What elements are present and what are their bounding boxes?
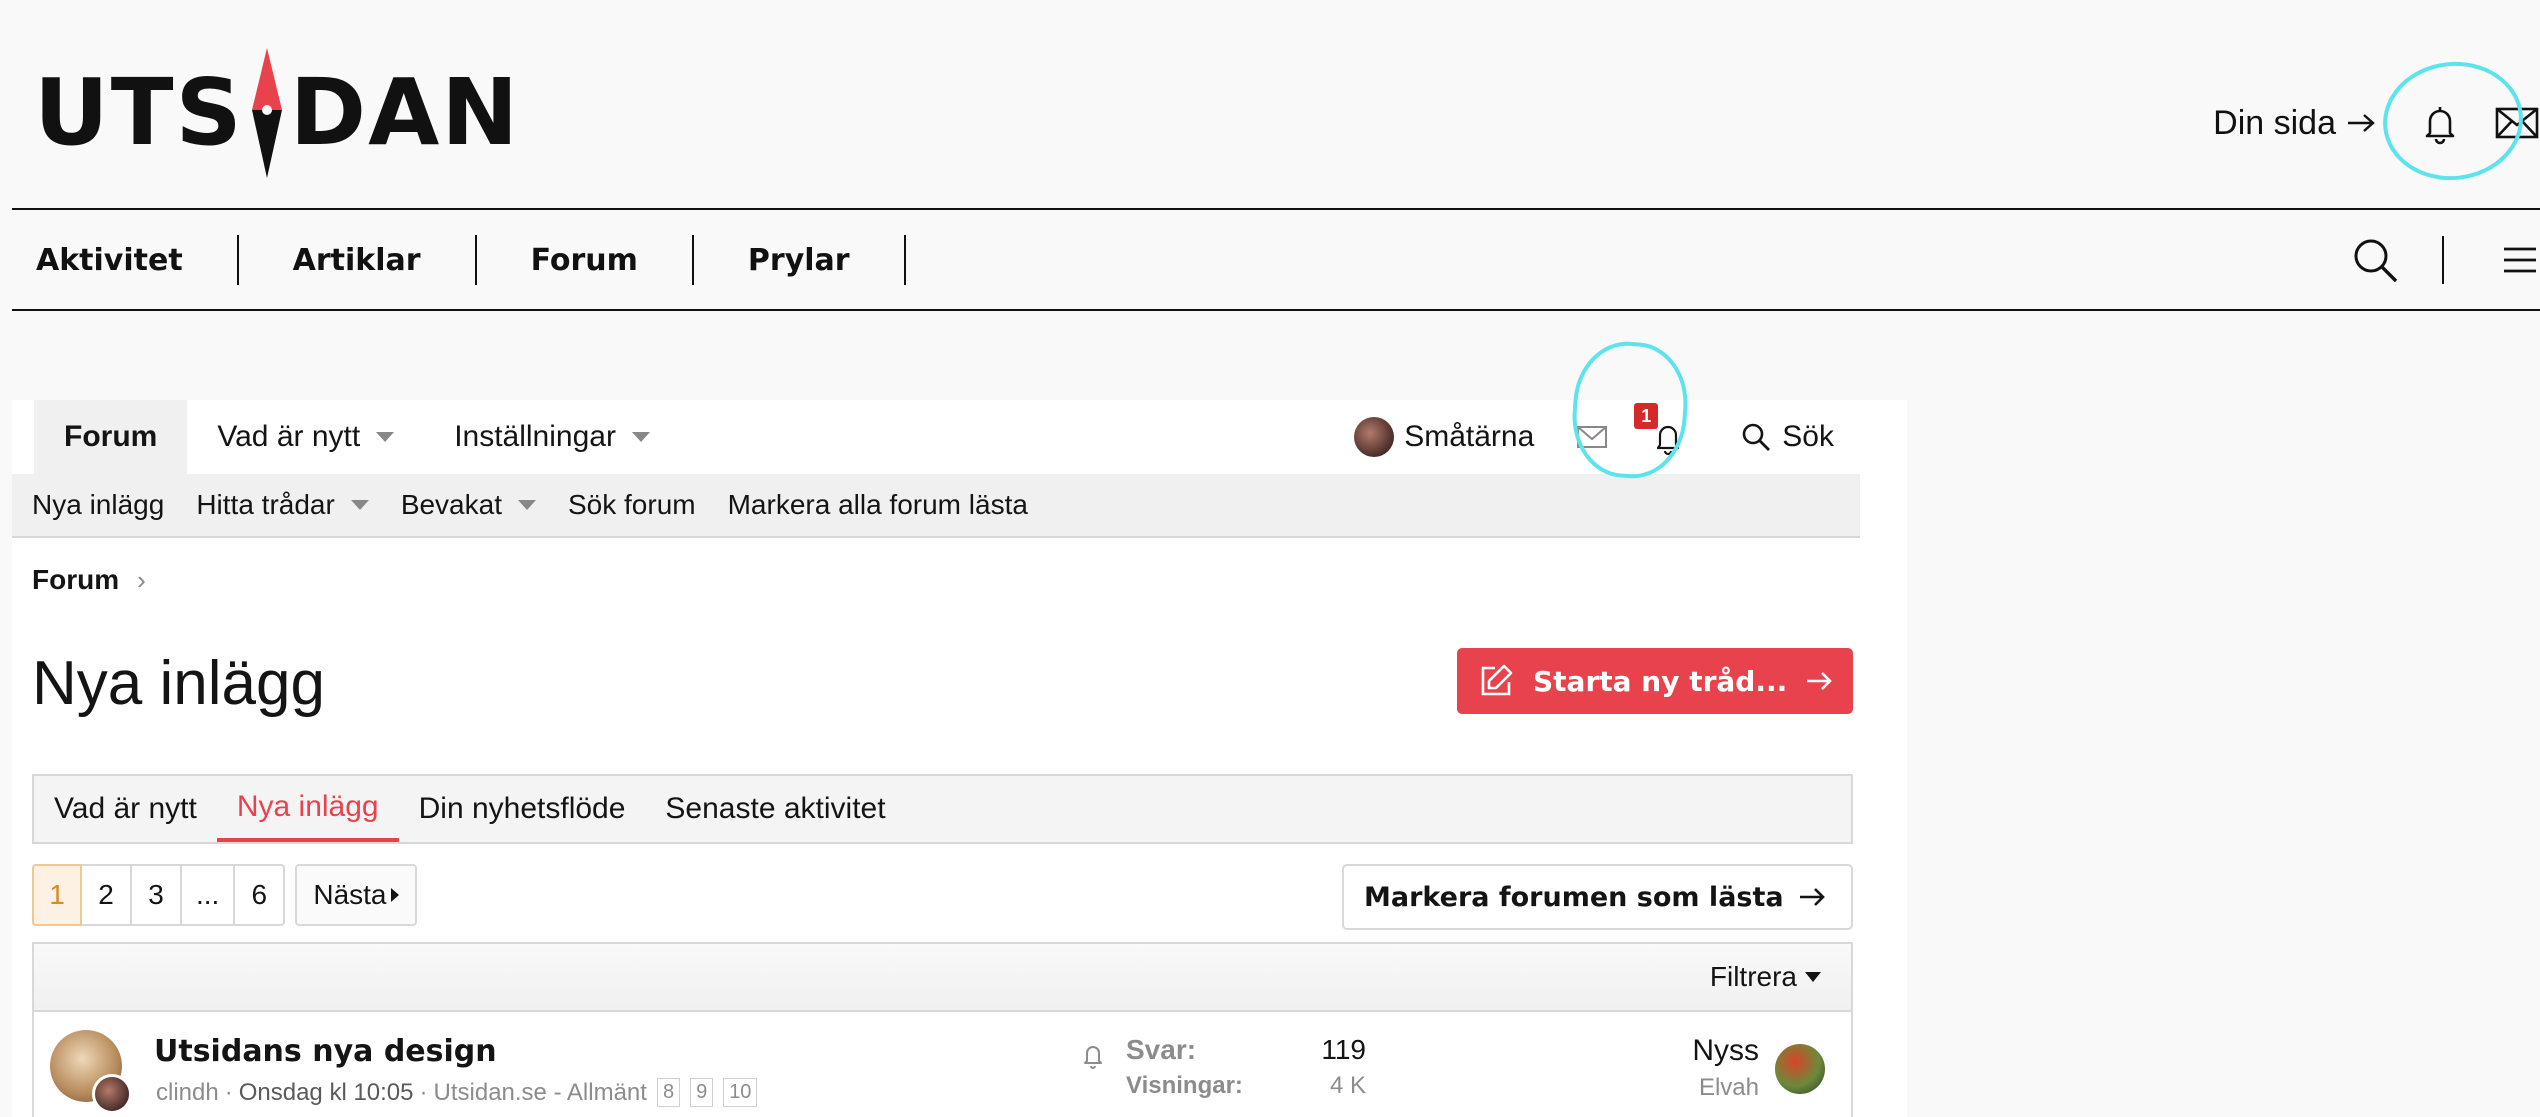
arrow-right-icon <box>1799 888 1825 906</box>
thread-page-link[interactable]: 9 <box>690 1078 714 1107</box>
replies-value: 119 <box>1321 1034 1366 1065</box>
stat-replies: Svar: 119 <box>1126 1034 1366 1066</box>
page-link-ellipsis[interactable]: ... <box>182 864 236 926</box>
subnav-hitta-tradar[interactable]: Hitta trådar <box>196 489 369 521</box>
header-divider-bottom <box>12 309 2540 311</box>
edit-icon <box>1481 664 1513 696</box>
meta-separator: · <box>419 1078 428 1106</box>
tab-vad-ar-nytt-sub[interactable]: Vad är nytt <box>34 776 217 842</box>
logo-text-left: UTS <box>34 59 244 166</box>
next-page-button[interactable]: Nästa <box>295 864 417 926</box>
tab-senaste-aktivitet[interactable]: Senaste aktivitet <box>645 776 905 842</box>
search-button[interactable]: Sök <box>1740 420 1834 454</box>
caret-down-icon <box>376 432 395 442</box>
subnav-nya-inlagg[interactable]: Nya inlägg <box>32 489 164 521</box>
tab-forum-label: Forum <box>64 420 158 453</box>
page-link-6[interactable]: 6 <box>235 864 286 926</box>
meta-separator: · <box>224 1078 233 1106</box>
annotation-circle-bell <box>2377 55 2529 187</box>
avatar <box>1354 417 1395 457</box>
nav-item-aktivitet[interactable]: Aktivitet <box>12 235 239 285</box>
replies-label: Svar: <box>1126 1034 1197 1065</box>
search-icon <box>1742 423 1771 451</box>
thread-page-link[interactable]: 10 <box>723 1078 758 1107</box>
start-new-thread-button[interactable]: Starta ny tråd... <box>1457 648 1853 714</box>
nav-tools <box>2350 234 2540 286</box>
last-post-info: Nyss Elvah <box>1692 1034 1759 1102</box>
avatar[interactable] <box>92 1074 132 1114</box>
tab-forum[interactable]: Forum <box>34 400 188 474</box>
search-icon[interactable] <box>2350 235 2400 285</box>
filter-button[interactable]: Filtrera <box>1710 961 1821 993</box>
last-post-time[interactable]: Nyss <box>1692 1034 1759 1068</box>
mark-forums-read-button[interactable]: Markera forumen som lästa <box>1342 864 1853 930</box>
chevron-right-icon: › <box>137 564 146 595</box>
breadcrumb-forum[interactable]: Forum <box>32 564 119 596</box>
pagination: 1 2 3 ... 6 Nästa <box>32 864 417 926</box>
caret-right-icon <box>390 888 399 902</box>
nav-item-artiklar[interactable]: Artiklar <box>239 235 477 285</box>
tab-din-nyhetsflode[interactable]: Din nyhetsflöde <box>399 776 646 842</box>
mark-forums-read-label: Markera forumen som lästa <box>1364 881 1784 913</box>
thread-page-link[interactable]: 8 <box>656 1078 681 1107</box>
user-menu[interactable]: Småtärna <box>1354 417 1534 457</box>
subnav-bevakat-label: Bevakat <box>400 489 502 520</box>
nav-item-forum[interactable]: Forum <box>477 235 694 285</box>
arrow-right-icon <box>1807 672 1833 690</box>
nav-item-prylar[interactable]: Prylar <box>694 235 906 285</box>
compass-needle-icon <box>251 48 282 178</box>
din-sida-label: Din sida <box>2213 103 2336 142</box>
thread-meta: clindh · Onsdag kl 10:05 · Utsidan.se - … <box>156 1078 758 1107</box>
hamburger-menu-icon[interactable] <box>2500 243 2540 277</box>
page-link-2[interactable]: 2 <box>82 864 132 926</box>
whats-new-tabs: Vad är nytt Nya inlägg Din nyhetsflöde S… <box>32 774 1853 844</box>
caret-down-icon <box>1805 972 1821 982</box>
tab-vad-ar-nytt-label: Vad är nytt <box>217 420 361 453</box>
views-label: Visningar: <box>1126 1072 1243 1099</box>
thread-stats: Svar: 119 Visningar: 4 K <box>1126 1034 1366 1100</box>
forum-subnav: Nya inlägg Hitta trådar Bevakat Sök foru… <box>12 474 1860 538</box>
last-post-user[interactable]: Elvah <box>1692 1074 1759 1102</box>
page-link-3[interactable]: 3 <box>132 864 182 926</box>
header-divider-top <box>12 208 2540 210</box>
user-name: Småtärna <box>1404 420 1535 453</box>
thread-list: Filtrera Utsidans nya design clindh · On… <box>32 942 1853 1117</box>
forum-panel: Forum Vad är nytt Inställningar Småtärna… <box>12 400 1907 1117</box>
main-nav: Aktivitet Artiklar Forum Prylar <box>12 212 2540 308</box>
utsidan-logo[interactable]: UTS DAN <box>34 48 520 178</box>
start-new-thread-label: Starta ny tråd... <box>1533 664 1788 698</box>
thread-title[interactable]: Utsidans nya design <box>154 1034 497 1069</box>
thread-forum[interactable]: Utsidan.se - Allmänt <box>434 1079 647 1107</box>
views-value: 4 K <box>1329 1072 1366 1099</box>
avatar[interactable] <box>1775 1044 1825 1094</box>
arrow-right-icon <box>2348 114 2375 132</box>
nav-tools-divider <box>2442 236 2444 284</box>
thread-list-header: Filtrera <box>34 944 1851 1012</box>
filter-label: Filtrera <box>1709 961 1797 992</box>
din-sida-link[interactable]: Din sida <box>2213 104 2376 143</box>
table-row[interactable]: Utsidans nya design clindh · Onsdag kl 1… <box>34 1012 1851 1117</box>
thread-date[interactable]: Onsdag kl 10:05 <box>239 1079 414 1107</box>
bell-icon <box>1084 1046 1102 1069</box>
site-header: UTS DAN Din sida <box>0 0 2540 210</box>
subnav-sok-forum[interactable]: Sök forum <box>568 489 696 521</box>
caret-down-icon <box>631 432 650 442</box>
tab-vad-ar-nytt[interactable]: Vad är nytt <box>187 400 424 474</box>
subnav-hitta-tradar-label: Hitta trådar <box>196 489 335 520</box>
search-label: Sök <box>1782 420 1834 453</box>
next-page-label: Nästa <box>313 879 387 910</box>
page-link-1[interactable]: 1 <box>32 864 82 926</box>
subnav-bevakat[interactable]: Bevakat <box>401 489 536 521</box>
stat-views: Visningar: 4 K <box>1126 1072 1366 1100</box>
page-title: Nya inlägg <box>32 649 325 718</box>
breadcrumb: Forum › <box>32 564 146 596</box>
tab-nya-inlagg[interactable]: Nya inlägg <box>216 776 399 842</box>
subnav-markera-alla-lasta[interactable]: Markera alla forum lästa <box>728 489 1028 521</box>
caret-down-icon <box>350 500 369 510</box>
logo-text-right: DAN <box>289 59 521 166</box>
caret-down-icon <box>517 500 536 510</box>
thread-author[interactable]: clindh <box>156 1079 219 1107</box>
tab-installningar-label: Inställningar <box>454 420 616 453</box>
tab-installningar[interactable]: Inställningar <box>424 400 680 474</box>
